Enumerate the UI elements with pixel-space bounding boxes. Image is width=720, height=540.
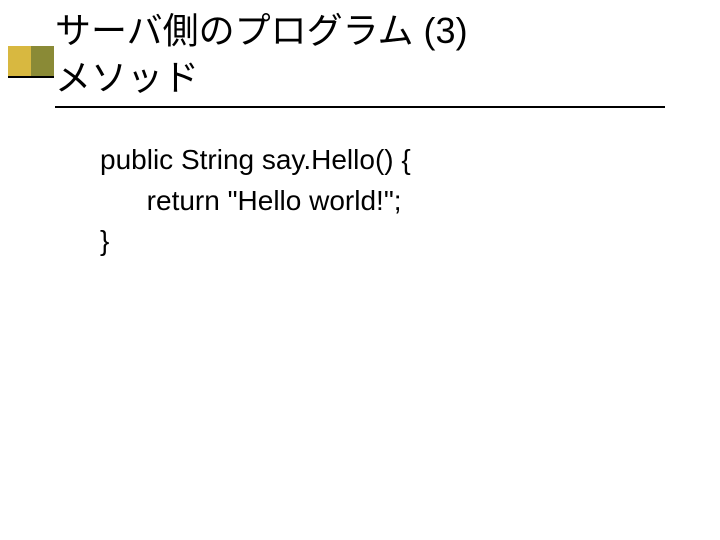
code-block: public String say.Hello() { return "Hell… — [100, 140, 660, 262]
title-accent-bar — [8, 46, 54, 78]
accent-olive — [31, 46, 54, 76]
accent-gold — [8, 46, 31, 76]
code-line-1: public String say.Hello() { — [100, 140, 660, 181]
title-line-2: メソッド — [55, 57, 199, 98]
code-line-3: } — [100, 221, 660, 262]
slide-title: サーバ側のプログラム (3) メソッド — [55, 8, 690, 102]
title-line-1: サーバ側のプログラム (3) — [55, 10, 468, 51]
code-line-2: return "Hello world!"; — [100, 181, 660, 222]
slide-container: サーバ側のプログラム (3) メソッド public String say.He… — [0, 0, 720, 540]
title-underline — [55, 106, 665, 108]
title-block: サーバ側のプログラム (3) メソッド — [55, 8, 690, 108]
